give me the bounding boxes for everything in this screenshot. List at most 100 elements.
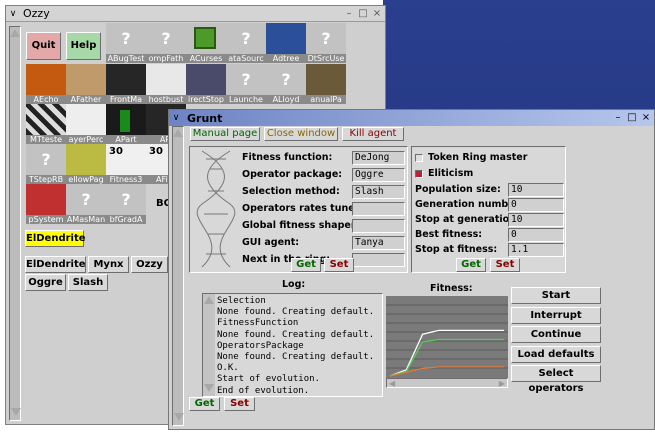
action-button[interactable]: Load defaults <box>511 345 601 363</box>
elitism-checkbox[interactable] <box>415 170 423 178</box>
agent-button-eldendrite[interactable]: ElDendrite <box>25 256 86 273</box>
agent-tile[interactable]: Adtree <box>266 23 306 63</box>
agent-tile[interactable]: APart <box>106 104 146 144</box>
help-button[interactable]: Help <box>66 32 101 60</box>
fitness-scrollbar[interactable]: ◀ ▶ <box>386 378 508 388</box>
agent-button-oggre[interactable]: Oggre <box>25 274 66 291</box>
agent-button-slash[interactable]: Slash <box>68 274 108 291</box>
minimize-icon[interactable]: – <box>343 8 355 20</box>
cube-icon <box>194 27 216 49</box>
agent-tile[interactable]: ? Launche <box>226 64 266 104</box>
parameter-field[interactable]: 10 <box>508 183 564 197</box>
action-button[interactable]: Select operators <box>511 365 601 394</box>
agent-tile[interactable]: ? ataSourc <box>226 23 266 63</box>
agent-tile[interactable]: ? ABugTest <box>106 23 146 63</box>
ozzy-scrollbar[interactable] <box>9 26 21 421</box>
question-mark-icon: ? <box>106 184 146 215</box>
operator-field[interactable]: Oggre <box>352 168 405 182</box>
scroll-up-icon[interactable] <box>10 29 20 37</box>
scroll-down-icon[interactable] <box>174 413 184 421</box>
grunt-titlebar[interactable]: ∨ Grunt – □ × <box>169 110 654 126</box>
params-set-button[interactable]: Set <box>490 258 520 272</box>
agent-tile-caption: TStepRB <box>26 175 66 184</box>
action-button[interactable]: Start <box>511 287 601 304</box>
parameter-field[interactable]: 0 <box>508 228 564 242</box>
agent-thumbnail-icon: 30 <box>106 144 146 175</box>
window-menu-chevron-icon[interactable]: ∨ <box>6 9 20 19</box>
scroll-left-icon[interactable]: ◀ <box>389 379 395 388</box>
log-scrollbar[interactable] <box>203 294 215 396</box>
token-ring-label: Token Ring master <box>428 152 528 163</box>
agent-button-ozzy[interactable]: Ozzy <box>131 256 168 273</box>
agent-tile[interactable]: ? ALloyd <box>266 64 306 104</box>
action-button[interactable]: Interrupt <box>511 306 601 324</box>
operator-label: Global fitness shaper: <box>242 220 360 231</box>
bar-icon <box>120 110 130 132</box>
log-set-button[interactable]: Set <box>224 397 255 411</box>
agent-tile[interactable]: irectStop <box>186 64 226 104</box>
agent-tile-caption: hostbust <box>146 95 186 104</box>
question-mark-icon: ? <box>266 64 306 95</box>
question-mark-icon: ? <box>226 23 266 54</box>
operator-field[interactable]: DeJong <box>352 151 405 165</box>
agent-tile[interactable]: FrontMa <box>106 64 146 104</box>
params-get-button[interactable]: Get <box>456 258 486 272</box>
quit-button[interactable]: Quit <box>26 32 61 60</box>
agent-button-mynx[interactable]: Mynx <box>88 256 129 273</box>
parameter-field[interactable]: 0 <box>508 198 564 212</box>
agent-thumbnail-icon <box>66 64 106 95</box>
agent-tile[interactable]: ? TStepRB <box>26 144 66 184</box>
log-get-button[interactable]: Get <box>189 397 220 411</box>
agent-tile[interactable]: hostbust <box>146 64 186 104</box>
agent-tile[interactable]: AFather <box>66 64 106 104</box>
scroll-right-icon[interactable]: ▶ <box>499 379 505 388</box>
agent-tile-caption: ellowPag <box>66 175 106 184</box>
scroll-up-icon[interactable] <box>173 129 183 137</box>
operators-set-button[interactable]: Set <box>324 258 354 272</box>
agent-tile[interactable]: ACurses <box>186 23 226 63</box>
agent-tile-caption: irectStop <box>186 95 226 104</box>
agent-tile-caption: ayerPerc <box>66 135 106 144</box>
maximize-icon[interactable]: □ <box>626 112 638 124</box>
agent-tile[interactable]: ? DtSrcUse <box>306 23 346 63</box>
kill-agent-button[interactable]: Kill agent <box>342 127 404 141</box>
agent-tile[interactable]: pSystem <box>26 184 66 224</box>
operator-field[interactable] <box>352 253 405 267</box>
manual-page-button[interactable]: Manual page <box>190 127 260 141</box>
operator-field[interactable]: Tanya <box>352 236 405 250</box>
minimize-icon[interactable]: – <box>612 112 624 124</box>
operator-field[interactable] <box>352 219 405 233</box>
action-button[interactable]: Continue <box>511 326 601 343</box>
agent-tile[interactable]: MTteste <box>26 104 66 144</box>
agent-tile[interactable]: AEcho <box>26 64 66 104</box>
agent-tile[interactable]: ayerPerc <box>66 104 106 144</box>
scroll-up-icon[interactable] <box>204 296 214 304</box>
operator-field[interactable]: Slash <box>352 185 405 199</box>
agent-thumbnail-icon <box>186 23 226 54</box>
agent-tile[interactable]: ? bfGradA <box>106 184 146 224</box>
agent-tile-caption: DtSrcUse <box>306 54 346 63</box>
selected-agent-eldendrite[interactable]: ElDendrite <box>25 230 86 247</box>
agent-tile[interactable]: anualPa <box>306 64 346 104</box>
operators-get-button[interactable]: Get <box>291 258 321 272</box>
agent-tile[interactable]: 30 Fitness3 <box>106 144 146 184</box>
window-menu-chevron-icon[interactable]: ∨ <box>169 113 183 123</box>
fitness-plot-area <box>386 296 508 378</box>
close-icon[interactable]: × <box>640 112 652 124</box>
agent-thumbnail-icon <box>186 64 226 95</box>
agent-tile[interactable]: ? AMasMan <box>66 184 106 224</box>
close-icon[interactable]: × <box>371 8 383 20</box>
grunt-scrollbar[interactable] <box>172 126 184 426</box>
operator-field[interactable] <box>352 202 405 216</box>
agent-tile[interactable]: ? ompFath <box>146 23 186 63</box>
parameter-field[interactable]: 10 <box>508 213 564 227</box>
token-ring-checkbox[interactable] <box>415 154 423 162</box>
ozzy-titlebar[interactable]: ∨ Ozzy – □ × <box>6 6 385 22</box>
scroll-down-icon[interactable] <box>11 408 21 416</box>
operator-label: GUI agent: <box>242 237 300 248</box>
parameter-field[interactable]: 1.1 <box>508 243 564 257</box>
close-window-button[interactable]: Close window <box>264 127 338 141</box>
agent-tile[interactable]: ellowPag <box>66 144 106 184</box>
maximize-icon[interactable]: □ <box>357 8 369 20</box>
scroll-down-icon[interactable] <box>204 384 214 392</box>
